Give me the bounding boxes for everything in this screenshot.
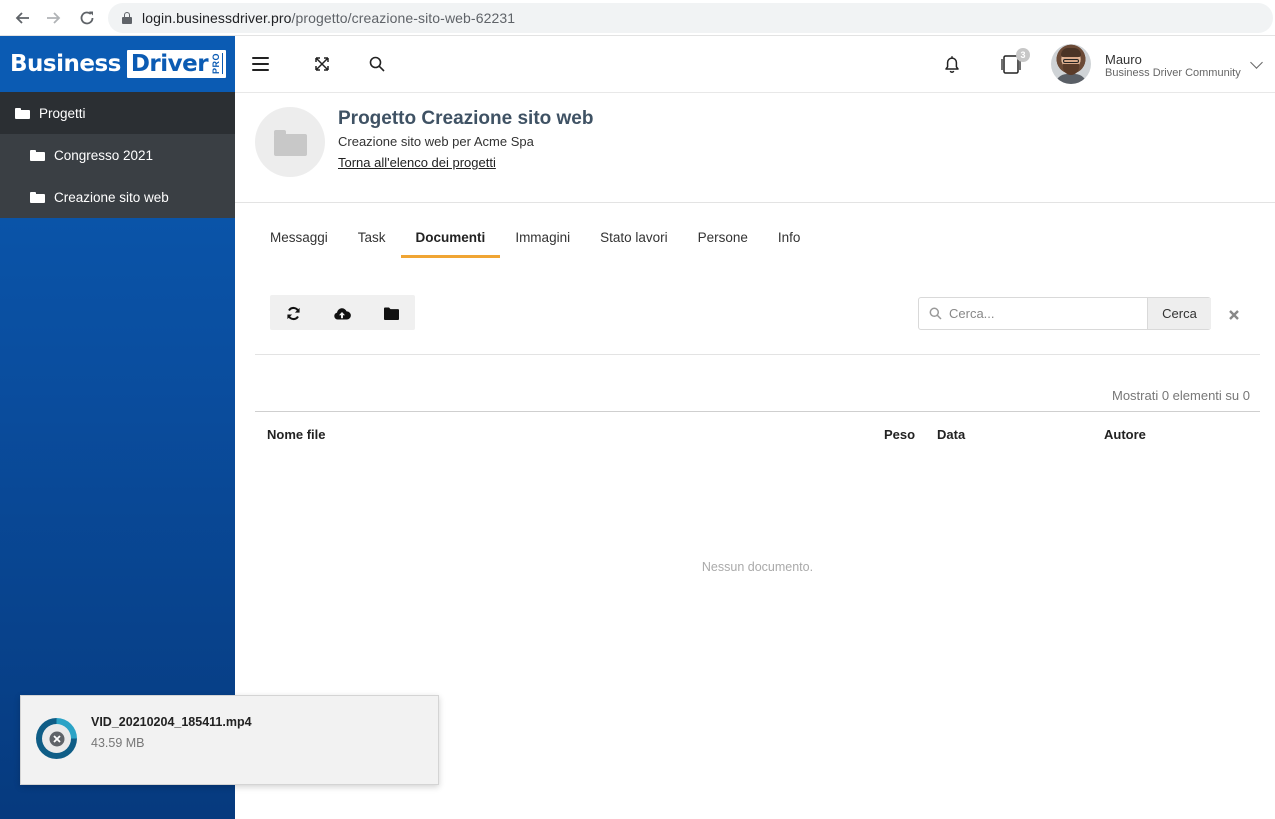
sidebar-item-progetti[interactable]: Progetti: [0, 92, 235, 134]
top-header: 3 Mauro Business Driver Community: [235, 36, 1275, 93]
column-header-peso[interactable]: Peso: [884, 427, 915, 442]
search-button[interactable]: Cerca: [1147, 298, 1211, 329]
project-subtitle: Creazione sito web per Acme Spa: [338, 134, 534, 149]
tab-bar: Messaggi Task Documenti Immagini Stato l…: [255, 220, 815, 258]
results-count: Mostrati 0 elementi su 0: [1111, 388, 1250, 403]
tab-task[interactable]: Task: [343, 220, 401, 258]
folder-icon: [30, 191, 45, 203]
logo-word-driver: Driver: [130, 51, 209, 77]
folder-icon: [15, 107, 30, 119]
lock-icon: [122, 12, 132, 24]
fullscreen-icon[interactable]: [314, 56, 330, 72]
tab-documenti[interactable]: Documenti: [400, 220, 501, 258]
download-item[interactable]: VID_20210204_185411.mp4 43.59 MB: [20, 695, 439, 785]
sidebar-item-label: Congresso 2021: [54, 147, 154, 163]
download-progress-ring: [36, 718, 77, 759]
divider: [235, 202, 1275, 203]
sidebar-item-label: Progetti: [39, 105, 86, 121]
close-icon[interactable]: [1228, 308, 1240, 320]
cloud-upload-icon[interactable]: [333, 304, 351, 322]
column-header-nome-file[interactable]: Nome file: [267, 427, 326, 442]
search-box: Cerca: [918, 297, 1211, 330]
sidebar-nav: Progetti Congresso 2021 Creazione sito w…: [0, 92, 235, 218]
brand-logo[interactable]: Business Driver PRO: [0, 36, 235, 92]
browser-toolbar: login.businessdriver.pro/progetto/creazi…: [0, 0, 1275, 36]
sidebar-item-label: Creazione sito web: [54, 189, 169, 205]
folder-icon[interactable]: [382, 304, 400, 322]
menu-icon[interactable]: [252, 57, 269, 71]
project-folder-icon: [255, 107, 325, 177]
empty-state-message: Nessun documento.: [701, 560, 814, 574]
page-title: Progetto Creazione sito web: [338, 108, 594, 129]
cancel-icon[interactable]: [42, 724, 71, 753]
logo-pro: PRO: [211, 53, 224, 75]
download-size: 43.59 MB: [91, 736, 145, 750]
column-header-autore[interactable]: Autore: [1104, 427, 1146, 442]
document-toolbar: [270, 295, 415, 330]
user-name[interactable]: Mauro: [1105, 52, 1142, 67]
search-icon[interactable]: [369, 56, 385, 72]
url-path: /progetto/creazione-sito-web-62231: [291, 10, 516, 26]
address-bar[interactable]: login.businessdriver.pro/progetto/creazi…: [108, 3, 1273, 33]
notification-badge: 3: [1016, 48, 1030, 62]
tab-stato-lavori[interactable]: Stato lavori: [585, 220, 683, 258]
reload-icon[interactable]: [76, 7, 98, 29]
url-host: login.businessdriver.pro: [142, 10, 292, 26]
column-header-data[interactable]: Data: [937, 427, 965, 442]
search-input[interactable]: [949, 298, 1147, 329]
tab-messaggi[interactable]: Messaggi: [255, 220, 343, 258]
logo-box: Driver PRO: [126, 50, 227, 78]
logo-word-business: Business: [10, 51, 121, 77]
bell-icon[interactable]: [942, 54, 962, 74]
chevron-down-icon[interactable]: [1250, 56, 1263, 69]
table-header-divider: [255, 411, 1260, 412]
avatar[interactable]: [1051, 44, 1091, 84]
tab-info[interactable]: Info: [763, 220, 816, 258]
search-icon: [929, 307, 942, 320]
sidebar-item-congresso-2021[interactable]: Congresso 2021: [0, 134, 235, 176]
forward-icon[interactable]: [43, 7, 65, 29]
tab-persone[interactable]: Persone: [683, 220, 763, 258]
download-filename: VID_20210204_185411.mp4: [91, 715, 252, 729]
tab-immagini[interactable]: Immagini: [500, 220, 585, 258]
refresh-icon[interactable]: [284, 304, 302, 322]
folder-icon: [30, 149, 45, 161]
divider: [255, 354, 1260, 355]
back-icon[interactable]: [11, 7, 33, 29]
user-organization: Business Driver Community: [1105, 67, 1241, 79]
sidebar-item-creazione-sito-web[interactable]: Creazione sito web: [0, 176, 235, 218]
url-text: login.businessdriver.pro/progetto/creazi…: [142, 10, 515, 26]
back-to-projects-link[interactable]: Torna all'elenco dei progetti: [338, 155, 496, 170]
